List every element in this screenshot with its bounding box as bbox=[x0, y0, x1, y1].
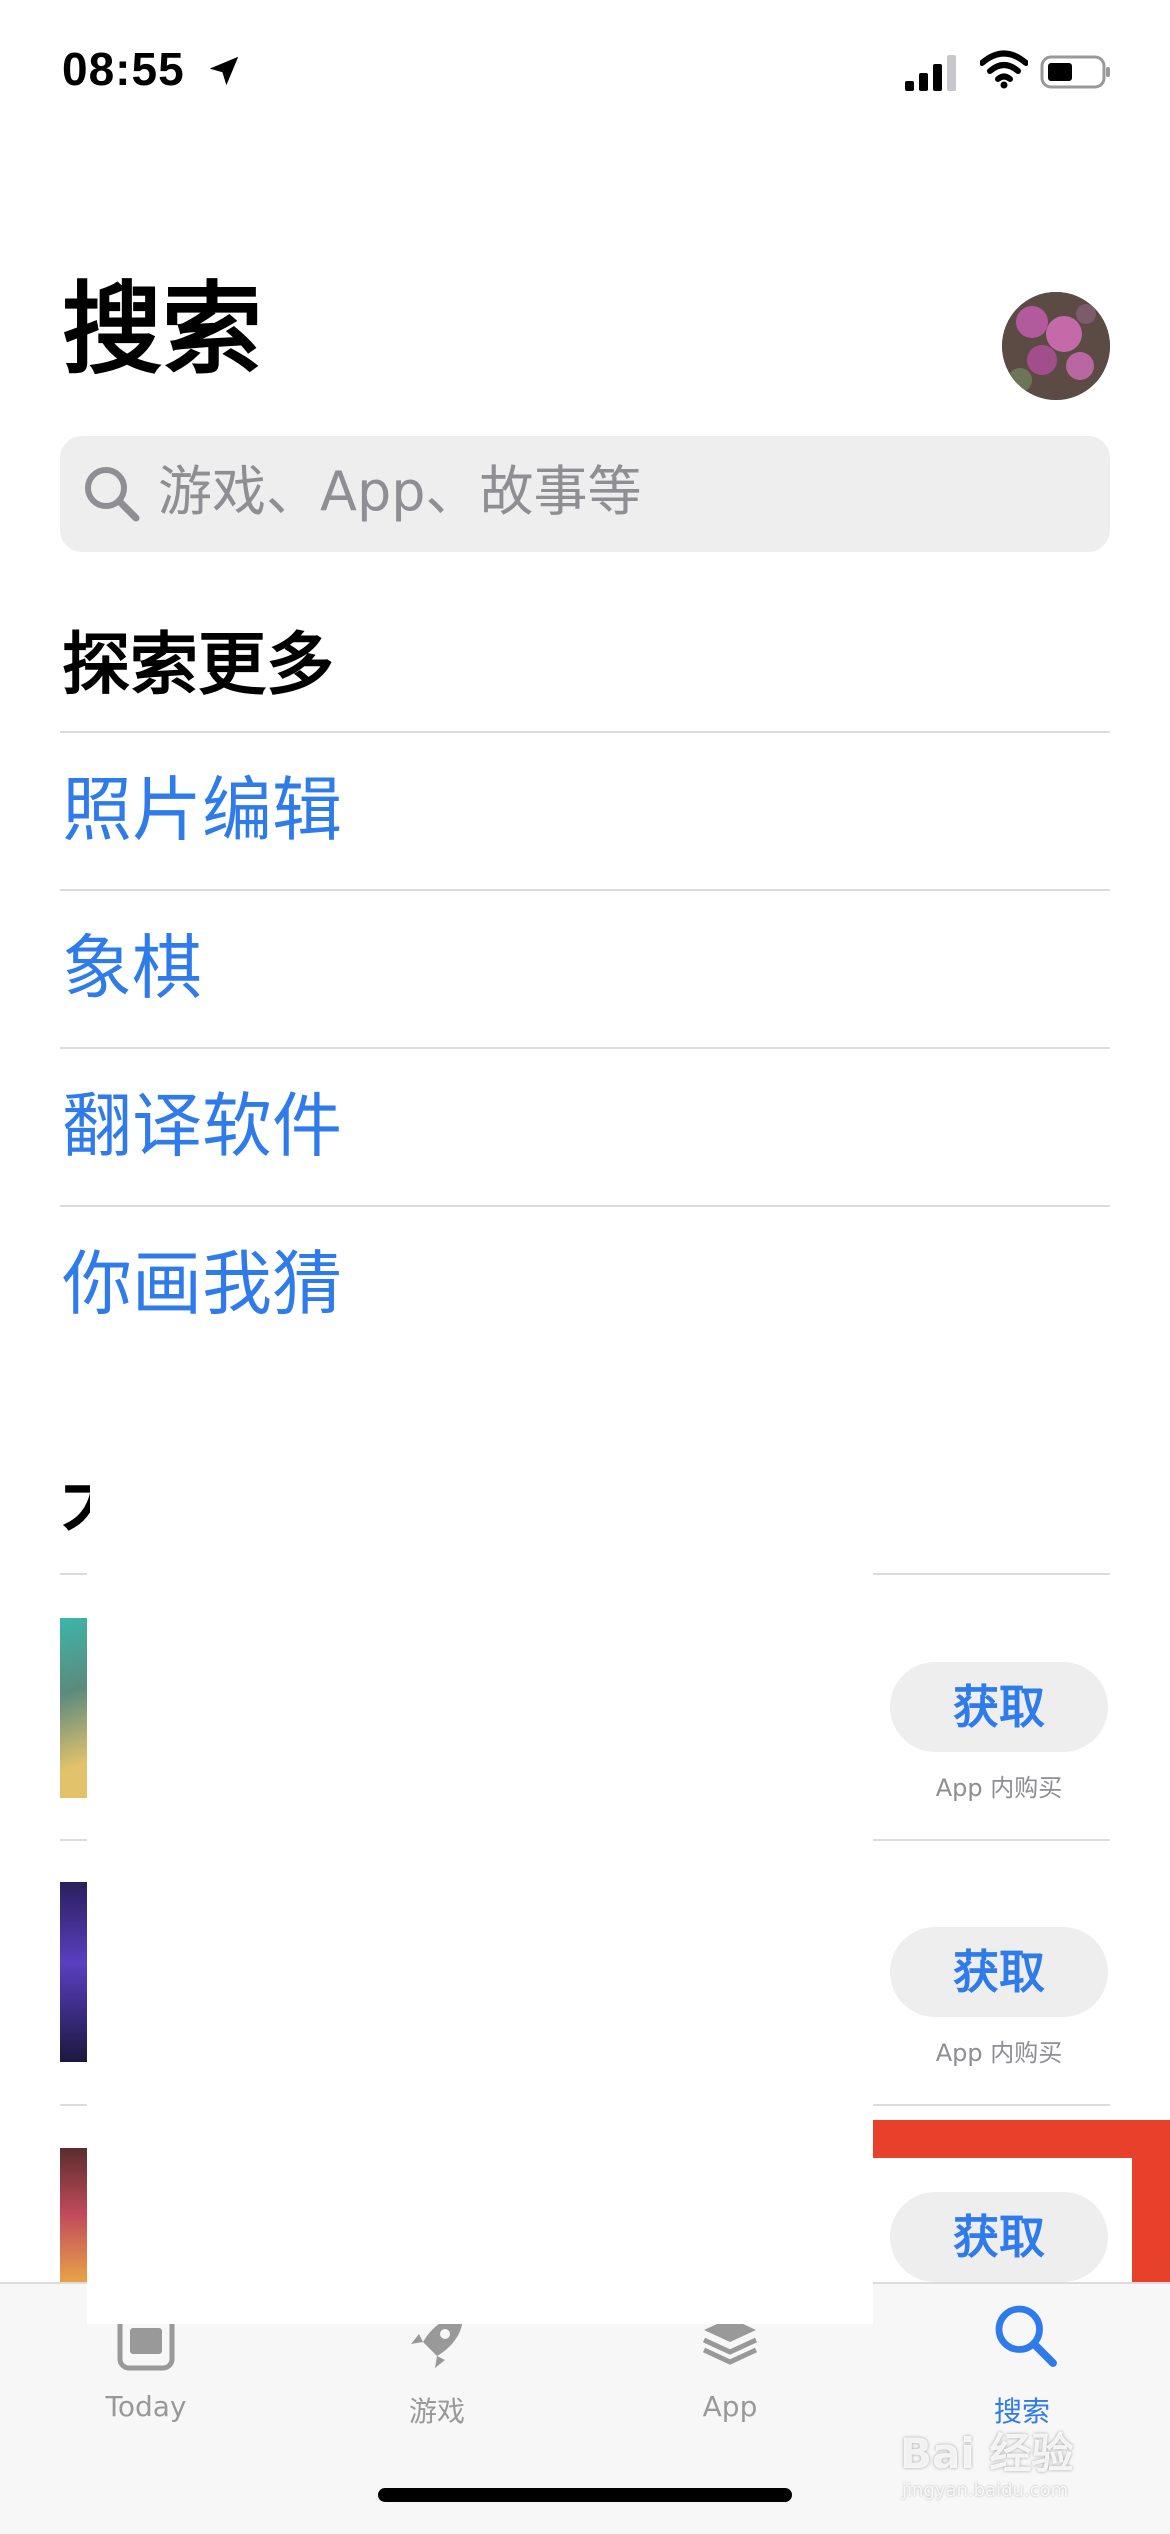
tab-games[interactable]: 游戏 bbox=[357, 2310, 517, 2450]
get-button[interactable]: 获取 bbox=[890, 1927, 1108, 2017]
tab-label: App bbox=[702, 2390, 758, 2423]
search-placeholder[interactable]: 游戏、App、故事等 bbox=[158, 460, 642, 524]
get-button[interactable]: 获取 bbox=[890, 1662, 1108, 1752]
cellular-signal-icon bbox=[905, 55, 956, 91]
explore-more-heading: 探索更多 bbox=[62, 626, 335, 705]
battery-icon bbox=[1040, 55, 1110, 89]
location-arrow-icon bbox=[209, 56, 239, 86]
status-time: 08:55 bbox=[62, 43, 185, 95]
wifi-icon bbox=[980, 50, 1028, 89]
in-app-purchase-note: App 内购买 bbox=[935, 1774, 1063, 1802]
section-heading-partial: 大 bbox=[62, 1468, 90, 1536]
divider bbox=[60, 731, 1110, 733]
divider bbox=[60, 889, 1110, 891]
tab-label: Today bbox=[105, 2390, 187, 2423]
tab-today[interactable]: Today bbox=[66, 2310, 226, 2450]
suggestion-link[interactable]: 你画我猜 bbox=[62, 1249, 342, 1319]
in-app-purchase-note: App 内购买 bbox=[935, 2039, 1063, 2067]
avatar-photo bbox=[1002, 292, 1110, 400]
suggestion-link[interactable]: 照片编辑 bbox=[62, 775, 342, 845]
suggestion-link[interactable]: 象棋 bbox=[62, 933, 202, 1003]
divider bbox=[60, 1047, 1110, 1049]
watermark-url: jingyan.baidu.com bbox=[902, 2480, 1069, 2501]
suggestion-link[interactable]: 翻译软件 bbox=[62, 1091, 342, 1161]
divider bbox=[60, 1205, 1110, 1207]
home-indicator[interactable] bbox=[378, 2488, 792, 2502]
page-title: 搜索 bbox=[62, 271, 262, 388]
occluding-panel bbox=[87, 1524, 873, 2324]
search-icon bbox=[85, 467, 140, 522]
tab-apps[interactable]: App bbox=[650, 2310, 810, 2450]
account-avatar[interactable] bbox=[1002, 292, 1110, 400]
watermark-logo: Bai 经验 bbox=[900, 2429, 1074, 2478]
tab-label: 游戏 bbox=[408, 2395, 465, 2428]
search-icon bbox=[995, 2305, 1057, 2367]
